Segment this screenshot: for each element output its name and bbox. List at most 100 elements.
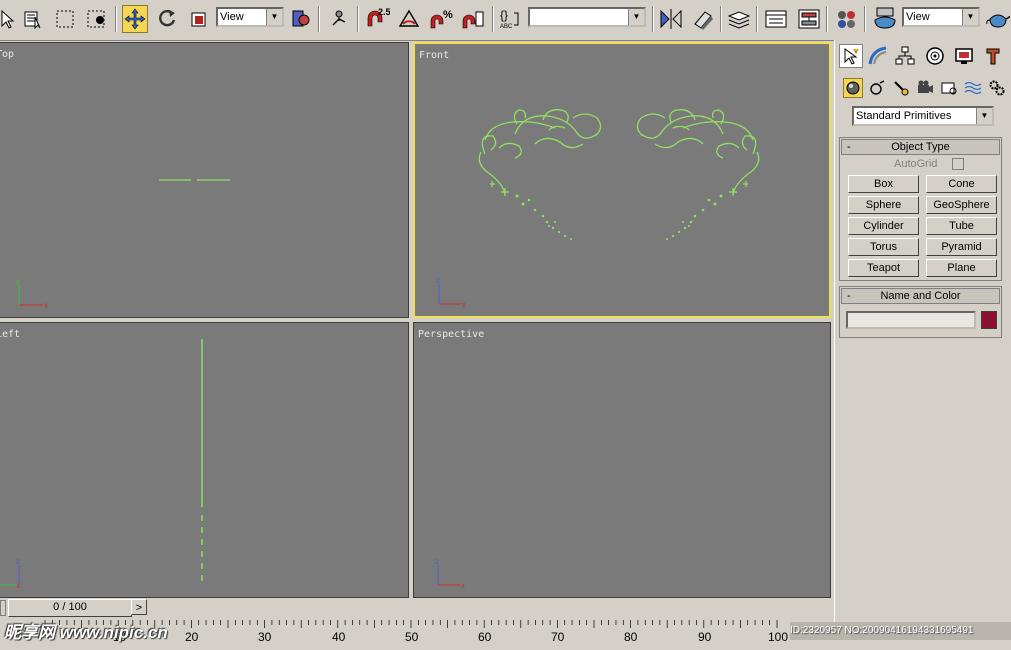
tick-label: 40 <box>332 630 346 644</box>
front-view-ornament-wireframe <box>478 109 760 240</box>
layer-manager-icon[interactable] <box>726 5 752 33</box>
align-icon[interactable] <box>690 5 716 33</box>
time-slider[interactable]: 0 / 100 > <box>0 598 834 620</box>
axis-tripod-icon: x y <box>16 277 48 310</box>
systems-category-icon[interactable] <box>987 78 1007 98</box>
object-type-rollout: - Object Type AutoGrid Box Cone Sphere G… <box>839 137 1002 281</box>
create-tab-icon[interactable] <box>839 44 863 68</box>
viewport-perspective-label: Perspective <box>418 329 485 340</box>
edit-named-selection-icon[interactable]: {} ABC <box>498 5 524 33</box>
object-name-input[interactable] <box>846 311 976 329</box>
object-type-header[interactable]: - Object Type <box>841 139 1000 155</box>
select-by-name-icon[interactable] <box>20 5 46 33</box>
teapot-button[interactable]: Teapot <box>848 259 919 277</box>
time-slider-next-button[interactable]: > <box>131 599 147 615</box>
time-slider-prev[interactable] <box>0 600 6 616</box>
tick-label: 90 <box>698 630 712 644</box>
pivot-center-icon[interactable] <box>288 5 314 33</box>
category-dropdown[interactable]: Standard Primitives ▼ <box>852 106 994 126</box>
select-arrow-icon[interactable] <box>0 5 20 33</box>
collapse-icon: - <box>847 290 851 302</box>
percent-snap-icon[interactable]: % <box>428 5 454 33</box>
chevron-down-icon: ▼ <box>266 9 282 25</box>
svg-text:x: x <box>44 301 48 310</box>
watermark: 昵享网 www.nipic.cn <box>4 623 168 642</box>
image-id-caption: ID:2320957 NO:20090416194331695491 <box>790 622 1011 640</box>
autogrid-checkbox[interactable] <box>952 158 964 170</box>
cameras-category-icon[interactable] <box>915 78 935 98</box>
modify-tab-icon[interactable] <box>866 44 890 68</box>
scale-icon[interactable] <box>186 5 212 33</box>
material-editor-icon[interactable] <box>834 5 860 33</box>
tick-label: 60 <box>478 630 492 644</box>
chevron-down-icon: ▼ <box>976 108 992 124</box>
schematic-view-icon[interactable] <box>796 5 822 33</box>
object-color-swatch[interactable] <box>981 311 997 329</box>
svg-text:%: % <box>443 9 453 21</box>
plane-button[interactable]: Plane <box>926 259 997 277</box>
svg-text:ABC: ABC <box>500 24 513 30</box>
geometry-category-icon[interactable] <box>843 78 863 98</box>
tick-label: 80 <box>624 630 638 644</box>
main-toolbar: View ▼ 2.5 % {} ABC ▼ View ▼ <box>0 0 1011 41</box>
reference-coordinate-value: View <box>220 11 244 23</box>
geosphere-button[interactable]: GeoSphere <box>926 196 997 214</box>
toolbar-separator <box>318 6 320 32</box>
lights-category-icon[interactable] <box>891 78 911 98</box>
sphere-button[interactable]: Sphere <box>848 196 919 214</box>
pyramid-button[interactable]: Pyramid <box>926 238 997 256</box>
quick-render-teapot-icon[interactable] <box>984 5 1010 33</box>
toolbar-separator <box>864 6 866 32</box>
svg-text:z: z <box>435 557 439 566</box>
axis-tripod-icon: x z <box>436 276 466 309</box>
move-icon[interactable] <box>122 5 148 33</box>
track-view-icon[interactable] <box>763 5 789 33</box>
svg-text:{}: {} <box>500 8 508 22</box>
reference-coordinate-dropdown[interactable]: View ▼ <box>216 7 284 27</box>
render-scene-icon[interactable] <box>871 5 897 33</box>
chevron-down-icon: ▼ <box>628 9 644 25</box>
svg-text:z: z <box>16 557 20 566</box>
toolbar-separator <box>357 6 359 32</box>
snap-icon[interactable]: 2.5 <box>364 5 390 33</box>
svg-text:x: x <box>462 300 466 309</box>
utilities-tab-icon[interactable] <box>981 44 1005 68</box>
motion-tab-icon[interactable] <box>923 44 947 68</box>
left-view-geometry <box>201 339 203 585</box>
helpers-category-icon[interactable] <box>939 78 959 98</box>
viewport-top[interactable]: Top x y <box>0 42 409 318</box>
mirror-icon[interactable] <box>658 5 684 33</box>
angle-snap-icon[interactable] <box>396 5 422 33</box>
svg-text:x: x <box>16 581 20 590</box>
name-and-color-rollout: - Name and Color <box>839 286 1002 338</box>
named-selection-dropdown[interactable]: ▼ <box>528 7 646 27</box>
collapse-icon: - <box>847 141 851 153</box>
display-tab-icon[interactable] <box>952 44 976 68</box>
name-and-color-title: Name and Color <box>880 290 961 302</box>
svg-text:x: x <box>461 581 465 590</box>
render-view-dropdown[interactable]: View ▼ <box>902 7 980 27</box>
tick-label: 30 <box>258 630 272 644</box>
shapes-category-icon[interactable] <box>867 78 887 98</box>
cylinder-button[interactable]: Cylinder <box>848 217 919 235</box>
spinner-snap-icon[interactable] <box>460 5 486 33</box>
cone-button[interactable]: Cone <box>926 175 997 193</box>
box-button[interactable]: Box <box>848 175 919 193</box>
rotate-icon[interactable] <box>154 5 180 33</box>
tube-button[interactable]: Tube <box>926 217 997 235</box>
rectangular-selection-icon[interactable] <box>52 5 78 33</box>
name-and-color-header[interactable]: - Name and Color <box>841 288 1000 304</box>
svg-text:z: z <box>436 276 440 285</box>
time-slider-thumb[interactable]: 0 / 100 <box>8 599 132 617</box>
hierarchy-tab-icon[interactable] <box>893 44 917 68</box>
space-warps-category-icon[interactable] <box>963 78 983 98</box>
render-view-value: View <box>906 11 930 23</box>
viewport-left[interactable]: Left z x <box>0 322 409 598</box>
window-crossing-icon[interactable] <box>84 5 110 33</box>
select-and-link-icon[interactable] <box>326 5 352 33</box>
viewport-perspective[interactable]: Perspective x z <box>413 322 831 598</box>
torus-button[interactable]: Torus <box>848 238 919 256</box>
viewport-front[interactable]: Front x z <box>413 42 831 318</box>
toolbar-separator <box>756 6 758 32</box>
axis-tripod-icon: z x <box>0 557 20 590</box>
